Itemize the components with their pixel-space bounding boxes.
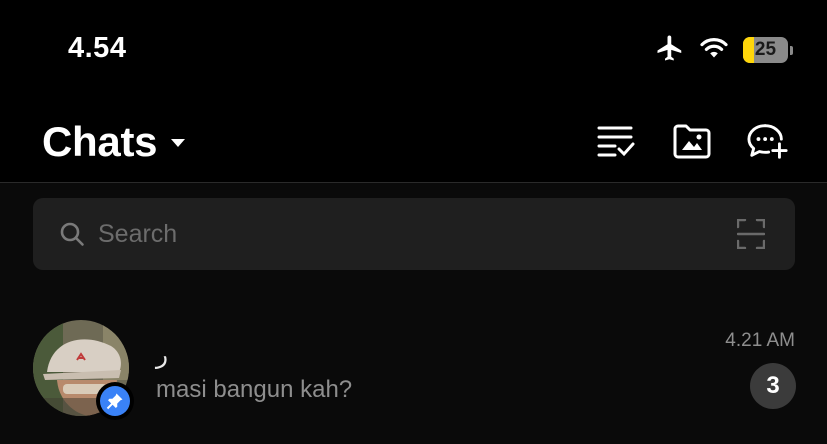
chat-timestamp: 4.21 AM [725,330,795,351]
status-bar: 4.54 25 [0,0,827,100]
edit-list-icon [597,126,635,157]
search-bar[interactable] [33,198,795,270]
scan-icon[interactable] [737,219,765,249]
edit-list-button[interactable] [595,120,637,162]
folder-icon [673,124,711,159]
new-chat-icon [747,124,788,159]
media-folder-button[interactable] [671,120,713,162]
airplane-icon [655,33,685,68]
chats-screen: 4.54 25 Chats Search ر masi bangun kah? … [0,0,827,444]
pin-badge [96,382,134,420]
caret-down-icon [171,139,186,147]
header-actions [595,120,789,162]
chat-name: ر [156,341,169,369]
search-input[interactable] [98,219,737,249]
battery-icon: 25 [743,37,793,63]
page-title: Chats [42,118,158,165]
pin-icon [106,393,123,410]
battery-cap [790,45,793,55]
chat-preview: masi bangun kah? [156,376,353,403]
chats-title-dropdown[interactable]: Chats [42,118,186,166]
battery-level: 25 [754,39,777,60]
search-icon [60,222,84,246]
new-chat-button[interactable] [747,120,789,162]
chats-header: Chats [0,100,827,183]
status-icons: 25 [655,34,793,66]
wifi-icon [699,36,729,65]
battery-body: 25 [743,37,788,63]
chat-list-item[interactable]: ر masi bangun kah? 4.21 AM 3 [0,308,827,428]
unread-badge: 3 [750,363,796,409]
status-time: 4.54 [68,32,127,64]
